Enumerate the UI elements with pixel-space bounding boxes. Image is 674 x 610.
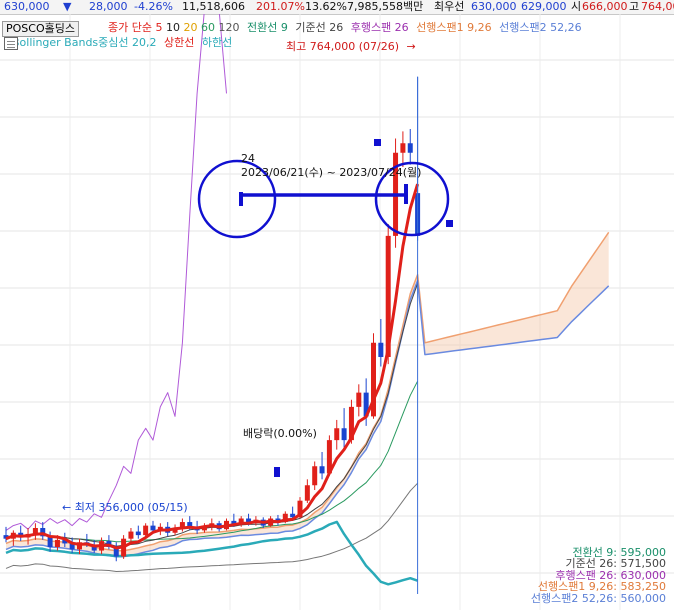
low-marker-text: 최저 356,000 (05/15)	[74, 501, 188, 514]
candle-body	[135, 531, 141, 536]
open-label: 시	[571, 0, 582, 13]
turnover-rate: 13.62%	[305, 0, 347, 13]
dividend-marker	[274, 467, 280, 477]
change-arrow-icon: ▼	[63, 0, 72, 13]
best-ask: 630,000	[471, 0, 517, 13]
volume-ratio: 201.07%	[256, 0, 305, 13]
legend-bollinger-center[interactable]: Bollinger Bands중심선 20,2	[12, 36, 157, 49]
resize-handle-top	[374, 139, 381, 146]
legend-ma10[interactable]: 10	[166, 21, 180, 34]
legend-ma20[interactable]: 20	[183, 21, 197, 34]
resize-handle-bottom	[446, 220, 453, 227]
candle-body	[128, 531, 134, 539]
legend-ma120[interactable]: 120	[218, 21, 239, 34]
candle-body	[143, 525, 149, 536]
chart-area[interactable]	[0, 14, 674, 610]
stock-name-button[interactable]: POSCO홀딩스	[2, 21, 79, 37]
low-marker-label: ← 최저 356,000 (05/15)	[62, 499, 188, 515]
price-chart[interactable]	[0, 14, 674, 610]
candle-body	[54, 539, 60, 547]
high-price: 764,00	[641, 0, 674, 13]
candle-body	[407, 143, 413, 153]
legend-lagging-span[interactable]: 후행스팬 26	[351, 21, 409, 34]
candle-body	[334, 428, 340, 441]
legend-bollinger-upper[interactable]: 상한선	[164, 36, 194, 49]
change-percent: -4.26%	[134, 0, 173, 13]
legend-ma-label[interactable]: 종가 단순 5	[108, 21, 162, 34]
legend-bollinger-lower[interactable]: 하한선	[202, 36, 232, 49]
high-marker-arrow-icon: →	[406, 40, 416, 53]
candle-body	[304, 485, 310, 501]
candle-body	[150, 525, 156, 531]
dividend-label: 배당락(0.00%)	[243, 427, 317, 440]
high-label: 고	[629, 0, 640, 13]
best-bid: 629,000	[521, 0, 567, 13]
legend-base-line[interactable]: 기준선 26	[295, 21, 343, 34]
legend-leading-span-1[interactable]: 선행스팬1 9,26	[416, 21, 491, 34]
best-quote-label: 최우선	[434, 0, 465, 13]
period-end-tick	[404, 184, 408, 204]
legend-ma60[interactable]: 60	[201, 21, 215, 34]
candle-body	[378, 342, 384, 357]
period-range-label: 2023/06/21(수) ~ 2023/07/24(월)	[241, 166, 422, 179]
trade-volume: 11,518,606	[182, 0, 245, 13]
candle-body	[356, 392, 362, 407]
high-marker-text: 최고 764,000 (07/26)	[286, 40, 400, 53]
trade-amount: 7,985,558백만	[347, 0, 424, 13]
open-price: 666,000	[582, 0, 628, 13]
current-price: 630,000	[4, 0, 50, 13]
legend-row-1: 종가 단순 5 10 20 60 120 전환선 9 기준선 26 후행스팬 2…	[108, 21, 582, 35]
bollinger-lower-line	[5, 520, 419, 586]
legend-conversion-line[interactable]: 전환선 9	[247, 21, 288, 34]
candle-body	[341, 428, 347, 441]
change-amount: 28,000	[89, 0, 128, 13]
indicator-value-leading-2: 선행스팬2 52,26: 560,000	[530, 591, 666, 605]
indicator-value-leading-1: 선행스팬1 9,26: 583,250	[537, 580, 666, 593]
legend-row-2: Bollinger Bands중심선 20,2 상한선 하한선	[12, 36, 232, 50]
high-marker-label: 최고 764,000 (07/26) →	[286, 38, 416, 54]
legend-leading-span-2[interactable]: 선행스팬2 52,26	[499, 21, 581, 34]
candle-body	[312, 466, 318, 486]
grid-settings-icon[interactable]	[4, 37, 18, 50]
candle-body	[400, 143, 406, 153]
ma5-line	[5, 183, 420, 550]
low-marker-arrow-icon: ←	[62, 501, 72, 514]
quote-summary-bar: 630,000 ▼ 28,000 -4.26% 11,518,606 201.0…	[0, 0, 674, 15]
indicator-values-panel: 전환선 9: 595,000 기준선 26: 571,500 후행스팬 26: …	[530, 546, 666, 605]
period-start-tick	[239, 192, 243, 206]
lagging-span-line	[5, 14, 227, 531]
indicator-value-base: 기준선 26: 571,500	[565, 557, 666, 570]
candle-body	[319, 466, 325, 474]
